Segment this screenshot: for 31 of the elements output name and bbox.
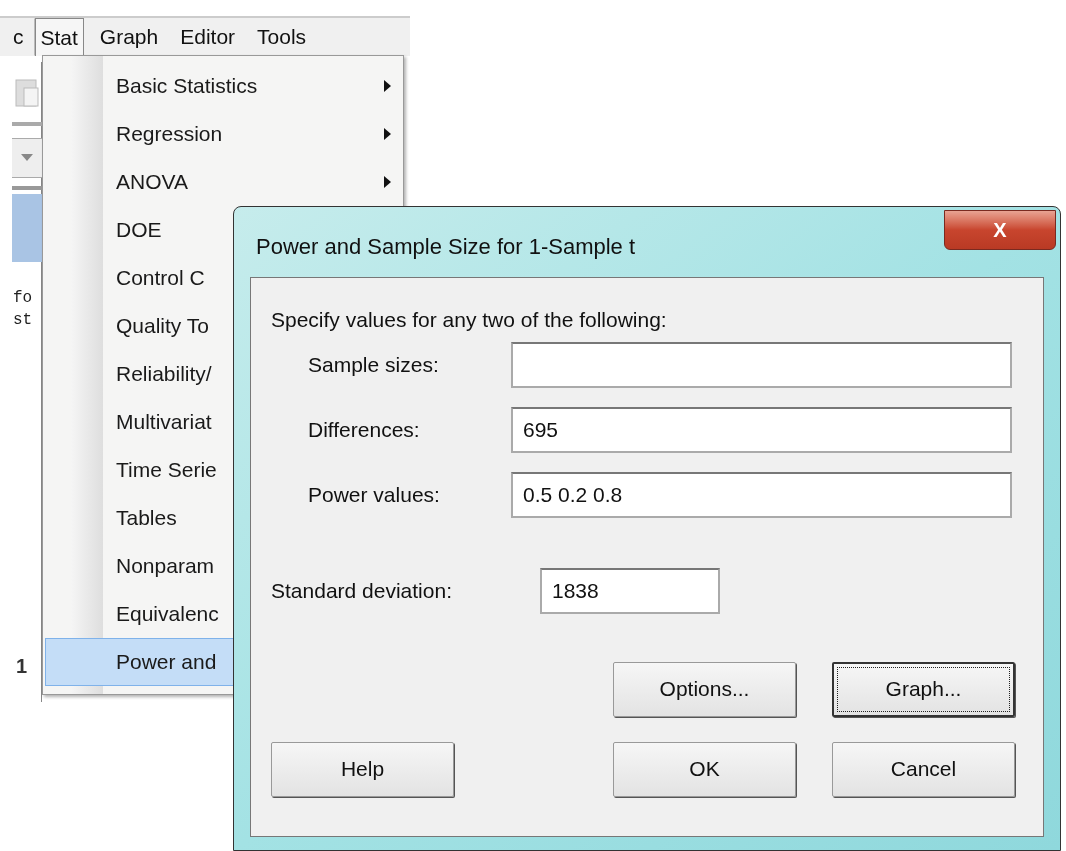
field-label: Standard deviation: (271, 577, 453, 604)
field-label: Sample sizes: (308, 351, 440, 378)
input-field[interactable]: 0.5 0.2 0.8 (511, 471, 1012, 518)
menu-item[interactable]: Tools (251, 18, 313, 56)
menu-item[interactable]: Editor (174, 18, 242, 56)
menu-item[interactable]: Graph (93, 18, 165, 56)
dialog-button[interactable]: Graph... (832, 661, 1015, 717)
worksheet-number: 1 (16, 656, 28, 676)
instruction-text: Specify values for any two of the following: (271, 307, 668, 333)
menu-item[interactable]: Stat (34, 18, 84, 56)
window-title: Power and Sample Size for 1-Sample t (256, 232, 636, 261)
input-field[interactable]: 695 (511, 406, 1012, 453)
submenu-arrow-icon (384, 176, 392, 188)
dialog-button[interactable]: Help (271, 741, 454, 797)
input-field[interactable] (511, 341, 1012, 388)
dialog-button[interactable]: Cancel (832, 741, 1015, 797)
menu-item[interactable]: ANOVA (45, 158, 401, 206)
session-text: fo (13, 290, 34, 306)
menu-item[interactable]: Basic Statistics (45, 62, 401, 110)
dialog-button[interactable]: OK (613, 741, 796, 797)
menu-item[interactable]: c (0, 18, 35, 56)
menu-item[interactable]: Regression (45, 110, 401, 158)
submenu-arrow-icon (384, 80, 392, 92)
close-button[interactable]: X (944, 210, 1056, 250)
submenu-arrow-icon (384, 128, 392, 140)
session-text: st (13, 312, 34, 328)
input-field[interactable]: 1838 (540, 567, 720, 614)
field-label: Differences: (308, 416, 421, 443)
window-title-bar (12, 194, 42, 262)
field-label: Power values: (308, 481, 441, 508)
dialog-button[interactable]: Options... (613, 661, 796, 717)
